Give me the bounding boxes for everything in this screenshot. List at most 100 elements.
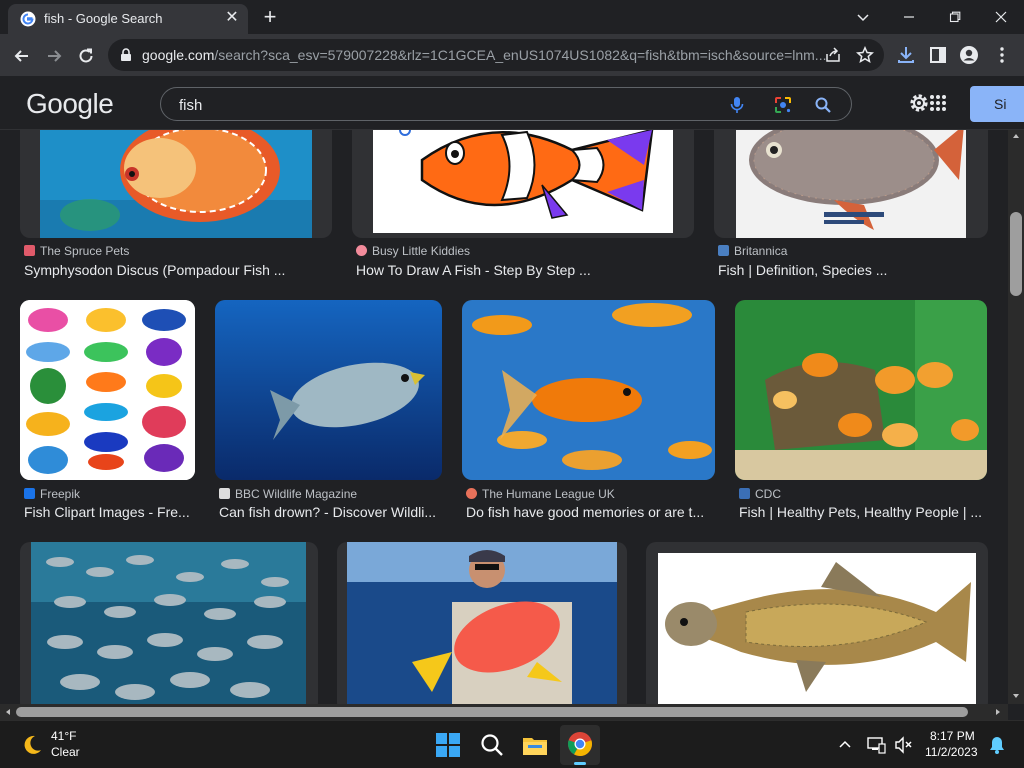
result-title[interactable]: Fish Clipart Images - Fre...	[24, 504, 194, 520]
url-path: /search?sca_esv=579007228&rlz=1C1GCEA_en…	[214, 47, 827, 63]
aquarium-goldfish-image	[735, 300, 987, 480]
notification-bell-icon[interactable]	[988, 735, 1006, 755]
result-image-school[interactable]	[20, 542, 318, 704]
source-label: The Humane League UK	[482, 487, 615, 501]
tab-strip: fish - Google Search ✕ +	[0, 0, 1024, 34]
weather-temperature[interactable]: 41°F	[51, 729, 76, 743]
horizontal-scroll-thumb[interactable]	[16, 707, 968, 717]
google-favicon-icon	[20, 11, 36, 27]
result-source[interactable]: Freepik	[24, 487, 80, 501]
goldfish-school-image	[462, 300, 715, 480]
bbc-wildlife-favicon-icon	[219, 488, 230, 499]
restore-icon[interactable]	[932, 2, 978, 30]
result-image-discus[interactable]	[20, 130, 332, 238]
scroll-up-icon[interactable]	[1012, 132, 1020, 140]
windows-start-icon[interactable]	[432, 729, 464, 761]
result-title[interactable]: Do fish have good memories or are t...	[466, 504, 712, 520]
clock-date[interactable]: 11/2/2023	[925, 745, 978, 759]
spruce-pets-favicon-icon	[24, 245, 35, 256]
url-text: google.com/search?sca_esv=579007228&rlz=…	[142, 47, 826, 63]
result-title[interactable]: How To Draw A Fish - Step By Step ...	[356, 262, 686, 278]
result-image-carp[interactable]	[646, 542, 988, 704]
freepik-favicon-icon	[24, 488, 35, 499]
source-label: Freepik	[40, 487, 81, 501]
result-image-clipart[interactable]	[20, 300, 195, 480]
google-logo[interactable]: Google	[26, 88, 114, 120]
sidepanel-icon[interactable]	[928, 45, 948, 65]
settings-icon[interactable]	[908, 92, 930, 114]
result-source[interactable]: Britannica	[718, 244, 787, 258]
minimize-icon[interactable]	[886, 2, 932, 30]
search-icon[interactable]	[813, 95, 833, 115]
download-icon[interactable]	[896, 45, 916, 65]
browser-toolbar: google.com/search?sca_esv=579007228&rlz=…	[0, 34, 1024, 76]
blue-ocean-fish-image	[215, 300, 442, 480]
result-source[interactable]: Busy Little Kiddies	[356, 244, 470, 258]
apps-icon[interactable]	[928, 93, 948, 113]
star-icon[interactable]	[856, 46, 874, 64]
source-label: CDC	[755, 487, 781, 501]
forward-icon[interactable]	[42, 43, 66, 67]
fish-clipart-image	[20, 300, 195, 480]
britannica-favicon-icon	[718, 245, 729, 256]
result-title[interactable]: Can fish drown? - Discover Wildli...	[219, 504, 441, 520]
search-input[interactable]	[179, 95, 699, 115]
scroll-left-icon[interactable]	[4, 708, 12, 716]
result-source[interactable]: The Spruce Pets	[24, 244, 129, 258]
lock-icon[interactable]	[120, 48, 132, 62]
result-image-goldfish[interactable]	[462, 300, 715, 480]
result-image-bbc[interactable]	[215, 300, 442, 480]
chevron-up-icon[interactable]	[838, 738, 852, 752]
carp-illustration-image	[658, 553, 976, 704]
cdc-favicon-icon	[739, 488, 750, 499]
url-domain: google.com	[142, 47, 215, 63]
source-label: BBC Wildlife Magazine	[235, 487, 358, 501]
sign-in-button[interactable]: Si	[970, 86, 1024, 122]
weather-condition[interactable]: Clear	[51, 745, 80, 759]
chrome-taskbar-button[interactable]	[560, 725, 600, 765]
search-box[interactable]	[160, 87, 852, 121]
source-label: Busy Little Kiddies	[372, 244, 471, 258]
window-close-icon[interactable]	[978, 2, 1024, 30]
active-app-indicator	[574, 762, 586, 765]
address-bar[interactable]: google.com/search?sca_esv=579007228&rlz=…	[108, 39, 884, 71]
discus-fish-image	[40, 130, 312, 238]
result-title[interactable]: Symphysodon Discus (Pompadour Fish ...	[24, 262, 324, 278]
new-tab-button[interactable]: +	[258, 6, 282, 30]
result-source[interactable]: BBC Wildlife Magazine	[219, 487, 357, 501]
back-icon[interactable]	[10, 43, 34, 67]
volume-muted-icon[interactable]	[893, 735, 913, 755]
source-label: Britannica	[734, 244, 788, 258]
reload-icon[interactable]	[74, 43, 98, 67]
network-icon[interactable]	[866, 735, 886, 755]
browser-tab[interactable]: fish - Google Search ✕	[8, 4, 248, 34]
lens-icon[interactable]	[773, 95, 793, 115]
result-image-drawing[interactable]	[352, 130, 694, 238]
scroll-right-icon[interactable]	[994, 708, 1002, 716]
tab-title: fish - Google Search	[44, 11, 163, 26]
chrome-icon	[568, 732, 592, 756]
share-icon[interactable]	[824, 46, 842, 64]
mic-icon[interactable]	[727, 95, 747, 115]
tab-search-chevron-down-icon[interactable]	[840, 2, 886, 30]
menu-icon[interactable]	[992, 45, 1012, 65]
result-title[interactable]: Fish | Healthy Pets, Healthy People | ..…	[739, 504, 987, 520]
google-header: Google Si	[0, 76, 1024, 130]
scroll-down-icon[interactable]	[1012, 692, 1020, 700]
busy-little-kiddies-favicon-icon	[356, 245, 367, 256]
moon-weather-icon[interactable]	[20, 733, 44, 757]
result-image-cdc[interactable]	[735, 300, 987, 480]
profile-icon[interactable]	[959, 45, 979, 65]
result-image-angler[interactable]	[337, 542, 627, 704]
result-title[interactable]: Fish | Definition, Species ...	[718, 262, 988, 278]
taskbar-search-icon[interactable]	[476, 729, 508, 761]
file-explorer-icon[interactable]	[519, 729, 551, 761]
result-image-britannica[interactable]	[714, 130, 988, 238]
clock-time[interactable]: 8:17 PM	[930, 729, 975, 743]
result-source[interactable]: CDC	[739, 487, 781, 501]
humane-league-favicon-icon	[466, 488, 477, 499]
result-source[interactable]: The Humane League UK	[466, 487, 615, 501]
image-results-grid: The Spruce Pets Symphysodon Discus (Pomp…	[0, 130, 1008, 704]
tab-close-icon[interactable]: ✕	[222, 8, 242, 28]
vertical-scroll-thumb[interactable]	[1010, 212, 1022, 296]
